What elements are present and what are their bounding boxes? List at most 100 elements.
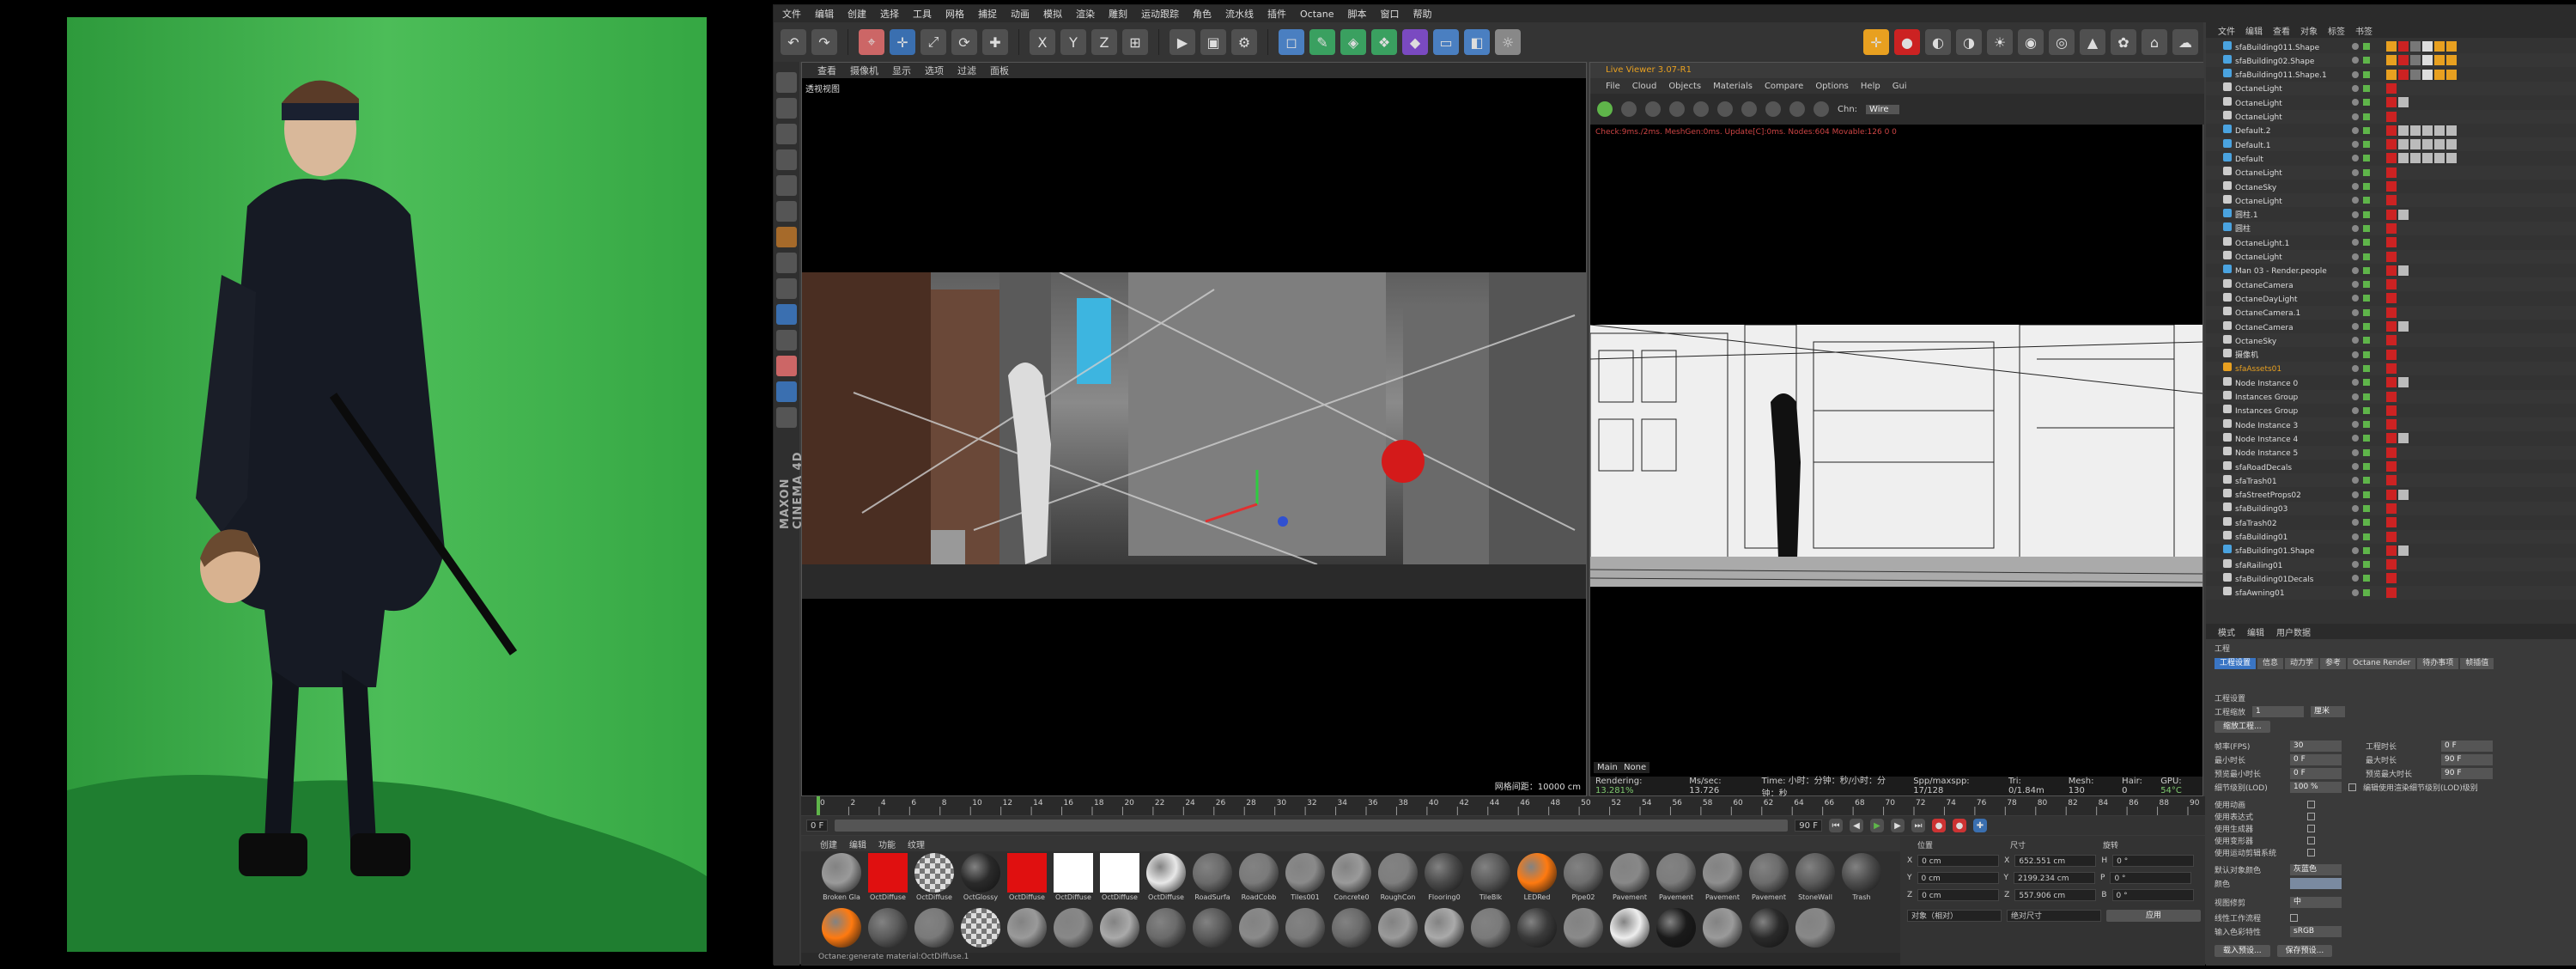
object-row[interactable]: Default.2	[2206, 123, 2576, 137]
material-swatch[interactable]: OctDiffuse	[1098, 853, 1141, 906]
material-tag-icon[interactable]	[2398, 489, 2409, 500]
material-tag-icon[interactable]	[2386, 41, 2397, 52]
attribute-menu-item[interactable]: 编辑	[2247, 625, 2264, 638]
scale-tool-icon[interactable]: ⤢	[920, 29, 946, 55]
live-viewer-menu-item[interactable]: File	[1606, 82, 1620, 91]
fps-field[interactable]: 30	[2290, 740, 2342, 752]
lock-resolution-icon[interactable]	[1814, 101, 1829, 117]
lock-workplane-icon[interactable]	[776, 330, 797, 350]
object-row[interactable]: Node Instance 5	[2206, 445, 2576, 460]
object-row[interactable]: Node Instance 4	[2206, 431, 2576, 446]
material-tag-icon[interactable]	[2386, 97, 2397, 108]
visibility-dot-icon[interactable]	[2352, 57, 2359, 64]
recent-tool-icon[interactable]: ✚	[982, 29, 1008, 55]
main-menu-item[interactable]: 创建	[848, 7, 866, 21]
object-row[interactable]: OctaneCamera	[2206, 320, 2576, 333]
enable-check-icon[interactable]	[2363, 210, 2370, 218]
object-row[interactable]: Man 03 - Render.people	[2206, 263, 2576, 277]
view-clipping-select[interactable]: 中	[2290, 897, 2342, 908]
material-tag-icon[interactable]	[2398, 41, 2409, 52]
material-tag-icon[interactable]	[2446, 55, 2457, 66]
viewport-menu-item[interactable]: 选项	[925, 64, 944, 77]
object-row[interactable]: Default.1	[2206, 137, 2576, 152]
object-row[interactable]: OctaneSky	[2206, 333, 2576, 348]
material-menu-item[interactable]: 编辑	[849, 838, 866, 850]
object-row[interactable]: OctaneLight	[2206, 165, 2576, 180]
object-menu-item[interactable]: 文件	[2218, 24, 2235, 37]
material-tag-icon[interactable]	[2434, 55, 2445, 66]
go-to-start-icon[interactable]: ⏮	[1828, 819, 1843, 832]
visibility-dot-icon[interactable]	[2352, 575, 2359, 582]
enable-check-icon[interactable]	[2363, 463, 2370, 470]
object-row[interactable]: sfaTrash02	[2206, 515, 2576, 530]
channel-select[interactable]: Wire	[1866, 104, 1899, 114]
material-swatch[interactable]: Pavement	[1608, 853, 1651, 906]
material-tag-icon[interactable]	[2386, 293, 2397, 304]
material-tag-icon[interactable]	[2410, 69, 2421, 80]
material-tag-icon[interactable]	[2398, 433, 2409, 444]
size-field[interactable]: 2199.234 cm	[2014, 872, 2095, 884]
visibility-dot-icon[interactable]	[2352, 561, 2359, 569]
object-row[interactable]: 圆柱.1	[2206, 207, 2576, 222]
enable-check-icon[interactable]	[2363, 364, 2370, 372]
object-row[interactable]: sfaAssets01	[2206, 361, 2576, 375]
attribute-menu-item[interactable]: 用户数据	[2276, 625, 2311, 638]
enable-check-icon[interactable]	[2363, 239, 2370, 247]
attribute-menu-item[interactable]: 模式	[2218, 625, 2235, 638]
octane-cloud-icon[interactable]: ☁	[2172, 29, 2198, 55]
enable-check-icon[interactable]	[2363, 183, 2370, 190]
object-row[interactable]: sfaTrash01	[2206, 473, 2576, 488]
material-tag-icon[interactable]	[2386, 82, 2397, 94]
enable-check-icon[interactable]	[2363, 533, 2370, 540]
material-swatch[interactable]: OctDiffuse	[866, 853, 909, 906]
material-tag-icon[interactable]	[2398, 55, 2409, 66]
autokey-icon[interactable]: ●	[1952, 819, 1966, 832]
enable-check-icon[interactable]	[2363, 393, 2370, 400]
main-menu-item[interactable]: 捕捉	[978, 7, 997, 21]
visibility-dot-icon[interactable]	[2352, 350, 2359, 358]
object-row[interactable]: sfaBuilding011.Shape	[2206, 40, 2576, 53]
main-menu-item[interactable]: 选择	[880, 7, 899, 21]
scale-project-button[interactable]: 缩放工程...	[2215, 721, 2270, 733]
enable-check-icon[interactable]	[2363, 155, 2370, 162]
save-preset-button[interactable]: 保存预设...	[2276, 945, 2333, 957]
material-swatch[interactable]: TileBlk	[1469, 853, 1512, 906]
visibility-dot-icon[interactable]	[2352, 435, 2359, 442]
enable-check-icon[interactable]	[2363, 491, 2370, 498]
visibility-dot-icon[interactable]	[2352, 84, 2359, 92]
visibility-dot-icon[interactable]	[2352, 70, 2359, 78]
enable-check-icon[interactable]	[2363, 421, 2370, 429]
main-menu-item[interactable]: 动画	[1011, 7, 1030, 21]
play-icon[interactable]: ▶	[1869, 819, 1884, 832]
object-row[interactable]: sfaRoadDecals	[2206, 460, 2576, 473]
playhead[interactable]	[817, 796, 820, 815]
main-menu-item[interactable]: 网格	[945, 7, 964, 21]
visibility-dot-icon[interactable]	[2352, 337, 2359, 344]
octane-object-tag-icon[interactable]: ▲	[2080, 29, 2105, 55]
visibility-dot-icon[interactable]	[2352, 406, 2359, 414]
enable-check-icon[interactable]	[2363, 546, 2370, 554]
perspective-viewport[interactable]: 查看 摄像机 显示 选项 过滤 面板 透视视图 网格间距：10000 cm	[801, 62, 1587, 796]
material-tag-icon[interactable]	[2386, 559, 2397, 570]
size-field[interactable]: 652.551 cm	[2014, 855, 2097, 867]
visibility-dot-icon[interactable]	[2352, 308, 2359, 316]
linear-workflow-checkbox[interactable]	[2290, 914, 2298, 922]
enable-check-icon[interactable]	[2363, 379, 2370, 387]
enable-check-icon[interactable]	[2363, 197, 2370, 204]
z-axis-lock-icon[interactable]: Z	[1091, 29, 1117, 55]
object-row[interactable]: sfaAwning01	[2206, 585, 2576, 600]
visibility-dot-icon[interactable]	[2352, 393, 2359, 400]
visibility-dot-icon[interactable]	[2352, 504, 2359, 512]
position-field[interactable]: 0 cm	[1917, 855, 2000, 867]
enable-check-icon[interactable]	[2363, 99, 2370, 107]
default-color-select[interactable]: 灰蓝色	[2290, 864, 2342, 875]
octane-scatter-icon[interactable]: ✿	[2111, 29, 2136, 55]
render-view-icon[interactable]: ▶	[1170, 29, 1195, 55]
object-menu-item[interactable]: 查看	[2273, 24, 2290, 37]
viewport-menu-item[interactable]: 查看	[817, 64, 836, 77]
live-viewer-menu-item[interactable]: Objects	[1668, 82, 1701, 91]
main-menu-item[interactable]: Octane	[1300, 9, 1334, 20]
visibility-dot-icon[interactable]	[2352, 281, 2359, 289]
keyframe-selection-icon[interactable]: ✚	[1972, 819, 1987, 832]
main-menu-item[interactable]: 运动跟踪	[1141, 7, 1179, 21]
